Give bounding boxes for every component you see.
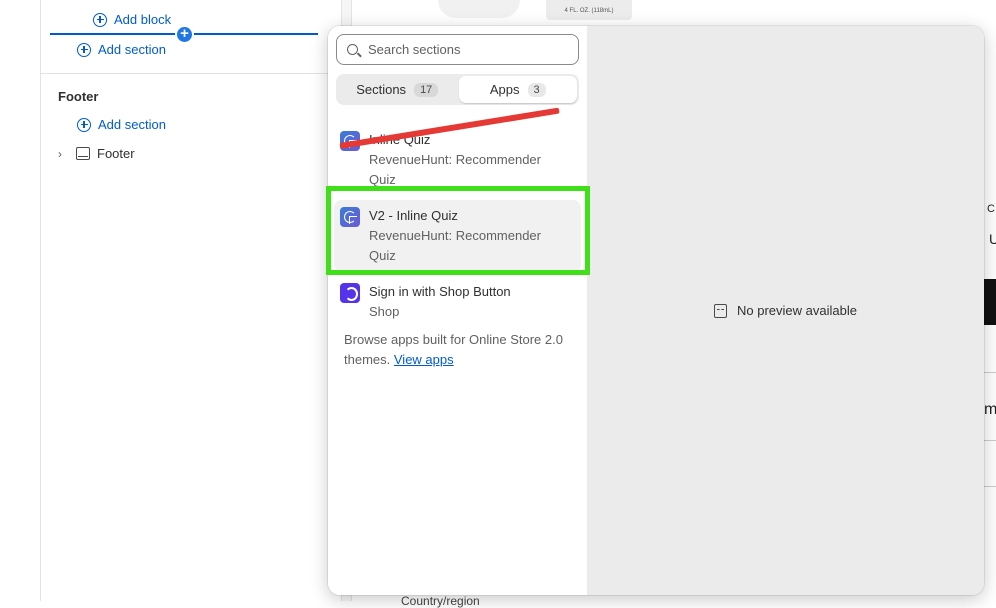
bg-text-fragment: C (987, 203, 995, 215)
tab-count-badge: 17 (414, 82, 439, 97)
view-apps-link[interactable]: View apps (394, 352, 454, 367)
group-divider (41, 73, 342, 74)
search-icon (347, 44, 358, 55)
preview-pane: No preview available (587, 26, 984, 595)
chevron-right-icon[interactable]: › (58, 147, 76, 161)
app-item-shop-button[interactable]: Sign in with Shop Button Shop (334, 276, 581, 328)
tree-item-label: Footer (97, 146, 135, 161)
picker-tabs: Sections 17 Apps 3 (336, 74, 579, 105)
tab-sections[interactable]: Sections 17 (338, 76, 457, 103)
country-label-fragment: Country/region (401, 594, 480, 608)
tree-item-footer[interactable]: › Footer (58, 146, 135, 161)
add-section-popover: Sections 17 Apps 3 Inline Quiz RevenueHu… (328, 26, 984, 595)
footer-add-section-label: Add section (98, 117, 166, 132)
bg-text-fragment: m (984, 401, 996, 418)
bg-text-fragment: U (989, 231, 996, 247)
footer-add-section-button[interactable]: Add section (77, 117, 166, 132)
tab-label: Sections (356, 82, 407, 97)
plus-circle-icon (77, 117, 91, 132)
search-input[interactable] (368, 42, 558, 57)
tab-apps[interactable]: Apps 3 (458, 76, 577, 103)
green-highlight-annotation (326, 186, 590, 275)
bg-rule (984, 486, 996, 487)
tab-label: Apps (489, 82, 520, 97)
insert-plus-icon[interactable]: + (175, 25, 194, 44)
plus-circle-icon (93, 12, 107, 27)
footer-section-icon (76, 147, 90, 160)
tab-count-badge: 3 (527, 82, 546, 97)
footer-group-title: Footer (58, 89, 99, 104)
no-preview-icon (714, 303, 728, 318)
add-section-label: Add section (98, 42, 166, 57)
bg-rule (984, 440, 996, 441)
app-vendor: RevenueHunt: Recommender (369, 152, 541, 167)
add-section-button[interactable]: Add section (77, 42, 166, 57)
app-vendor: Shop (369, 304, 400, 319)
add-block-label: Add block (114, 12, 172, 27)
browse-apps-text: Browse apps built for Online Store 2.0 t… (344, 330, 574, 370)
no-preview-message: No preview available (714, 303, 857, 318)
plus-circle-icon (77, 42, 91, 57)
add-block-button[interactable]: Add block (93, 12, 171, 27)
app-name: Sign in with Shop Button (369, 284, 511, 299)
product-bottle-fragment: 4 FL. OZ. (118mL) (546, 0, 632, 20)
shop-app-icon (340, 283, 360, 303)
no-preview-label: No preview available (737, 303, 857, 318)
bottle-label: 4 FL. OZ. (118mL) (564, 8, 614, 14)
product-image-fragment (438, 0, 520, 18)
bg-dark-button-fragment (984, 279, 996, 325)
bg-rule (984, 372, 996, 373)
search-field[interactable] (336, 34, 579, 65)
left-gutter (0, 0, 41, 601)
